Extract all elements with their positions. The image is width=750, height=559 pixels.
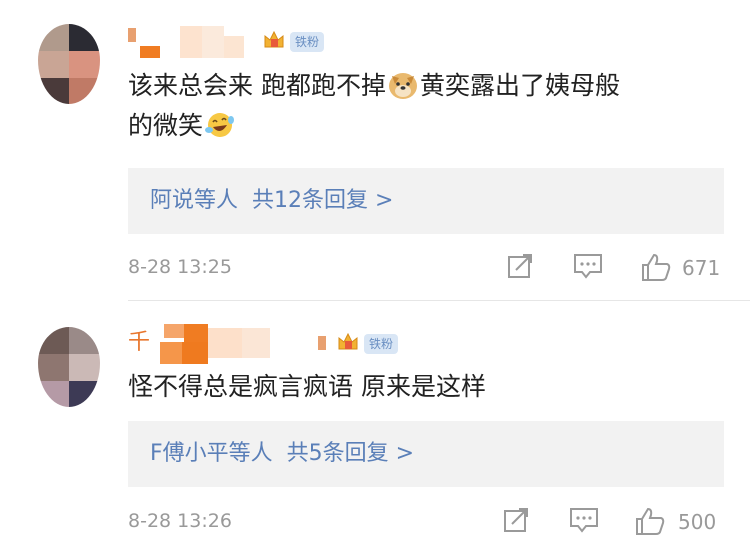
username-mosaic — [150, 322, 340, 364]
fan-badge: 铁粉 — [364, 334, 399, 354]
comment-text: 怪不得总是疯言疯语 原来是这样 — [128, 372, 486, 401]
comment-meta: 8-28 13:25 671 — [128, 250, 738, 290]
replies-summary[interactable]: F傅小平等人 共5条回复 > — [128, 421, 724, 487]
comment-icon[interactable] — [572, 252, 604, 284]
like-icon[interactable] — [634, 506, 666, 540]
comment-text: 该来总会来 跑都跑不掉 黄奕露出了姨母般 的微笑 — [128, 70, 620, 140]
comment-meta: 8-28 13:26 500 — [128, 504, 738, 544]
like-icon[interactable] — [640, 252, 672, 286]
timestamp: 8-28 13:26 — [128, 510, 232, 532]
username-mosaic — [128, 22, 258, 58]
replies-summary[interactable]: 阿说等人 共12条回复 > — [128, 168, 724, 234]
crown-badge-icon — [336, 330, 360, 354]
like-count: 671 — [682, 256, 721, 280]
share-icon[interactable] — [506, 252, 534, 284]
like-count: 500 — [678, 510, 717, 534]
divider — [128, 300, 750, 301]
doge-emoji — [386, 70, 420, 100]
crown-badge-icon — [262, 28, 286, 52]
username-visible-prefix: 千 — [128, 330, 151, 355]
fan-badge: 铁粉 — [290, 32, 325, 52]
username[interactable]: 千 铁粉 — [128, 322, 428, 364]
comment-item: 千 铁粉 怪不得总是疯言疯语 原来是这样 F傅小平等人 共5条回复 > 8-28 … — [0, 304, 750, 559]
avatar[interactable] — [38, 24, 100, 104]
comment-icon[interactable] — [568, 506, 600, 538]
laugh-cry-emoji — [203, 110, 237, 140]
share-icon[interactable] — [502, 506, 530, 538]
avatar[interactable] — [38, 327, 100, 407]
username[interactable]: 铁粉 — [128, 22, 338, 58]
comment-item: 铁粉 该来总会来 跑都跑不掉 黄奕露出了姨母般 的微笑 阿说等人 共12条回复 … — [0, 0, 750, 300]
timestamp: 8-28 13:25 — [128, 256, 232, 278]
